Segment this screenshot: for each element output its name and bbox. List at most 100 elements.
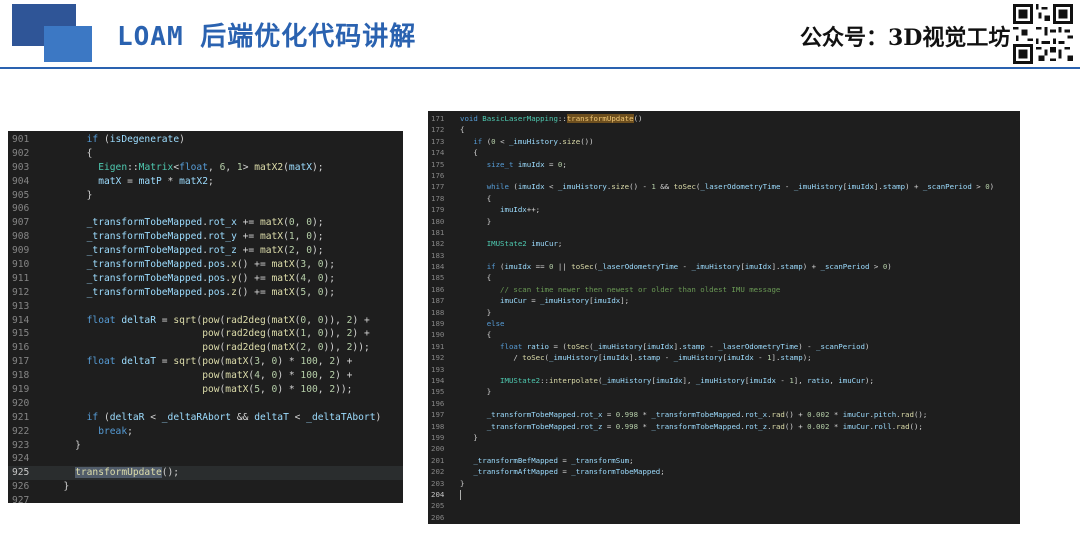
qr-code-icon bbox=[1013, 4, 1073, 64]
left-line[interactable]: 903 Eigen::Matrix<float, 6, 1> matX2(mat… bbox=[8, 161, 403, 175]
right-line[interactable]: 183 bbox=[428, 250, 1020, 261]
line-number: 183 bbox=[431, 250, 445, 260]
right-line[interactable]: 185 { bbox=[428, 272, 1020, 283]
left-line[interactable]: 914 float deltaR = sqrt(pow(rad2deg(matX… bbox=[8, 314, 403, 328]
left-line[interactable]: 925 transformUpdate(); bbox=[8, 466, 403, 481]
code-editor-left[interactable]: 901 if (isDegenerate) 902 {903 Eigen::Mat… bbox=[8, 131, 403, 503]
code-text: } bbox=[460, 387, 492, 397]
left-line[interactable]: 927 bbox=[8, 494, 403, 503]
right-line[interactable]: 189 else bbox=[428, 318, 1020, 329]
right-line[interactable]: 188 } bbox=[428, 307, 1020, 318]
right-line[interactable]: 204 bbox=[428, 489, 1020, 500]
left-line[interactable]: 907 _transformTobeMapped.rot_x += matX(0… bbox=[8, 216, 403, 230]
code-text: { bbox=[460, 273, 492, 283]
line-number: 184 bbox=[431, 262, 445, 272]
left-line[interactable]: 920 bbox=[8, 397, 403, 411]
line-number: 182 bbox=[431, 239, 445, 249]
left-line[interactable]: 902 { bbox=[8, 147, 403, 161]
right-line[interactable]: 200 bbox=[428, 443, 1020, 454]
line-number: 901 bbox=[12, 134, 30, 145]
right-line[interactable]: 199 } bbox=[428, 432, 1020, 443]
left-line[interactable]: 921 if (deltaR < _deltaRAbort && deltaT … bbox=[8, 411, 403, 425]
left-line[interactable]: 923 } bbox=[8, 439, 403, 453]
right-line[interactable]: 174 { bbox=[428, 147, 1020, 158]
line-number: 188 bbox=[431, 307, 445, 317]
line-number: 907 bbox=[12, 217, 30, 229]
left-line[interactable]: 913 bbox=[8, 300, 403, 314]
right-line[interactable]: 173 if (0 < _imuHistory.size()) bbox=[428, 136, 1020, 147]
left-line[interactable]: 905 } bbox=[8, 189, 403, 203]
code-text: pow(matX(5, 0) * 100, 2)); bbox=[202, 384, 353, 396]
right-line[interactable]: 177 while (imuIdx < _imuHistory.size() -… bbox=[428, 181, 1020, 192]
line-number: 186 bbox=[431, 284, 445, 294]
right-line[interactable]: 176 bbox=[428, 170, 1020, 181]
right-line[interactable]: 186 // scan time newer then newest or ol… bbox=[428, 284, 1020, 295]
right-line[interactable]: 197 _transformTobeMapped.rot_x = 0.998 *… bbox=[428, 409, 1020, 420]
line-number: 206 bbox=[431, 512, 445, 522]
right-line[interactable]: 179 imuIdx++; bbox=[428, 204, 1020, 215]
line-number: 174 bbox=[431, 148, 445, 158]
line-number: 185 bbox=[431, 273, 445, 283]
line-number: 923 bbox=[12, 439, 30, 451]
code-text: // scan time newer then newest or older … bbox=[500, 284, 781, 294]
left-line[interactable]: 908 _transformTobeMapped.rot_y += matX(1… bbox=[8, 230, 403, 244]
line-number: 903 bbox=[12, 161, 30, 173]
right-line[interactable]: 192 / toSec(_imuHistory[imuIdx].stamp - … bbox=[428, 352, 1020, 363]
right-line[interactable]: 196 bbox=[428, 398, 1020, 409]
right-line[interactable]: 187 imuCur = _imuHistory[imuIdx]; bbox=[428, 295, 1020, 306]
left-line[interactable]: 926 } bbox=[8, 480, 403, 494]
right-line[interactable]: 198 _transformTobeMapped.rot_z = 0.998 *… bbox=[428, 421, 1020, 432]
text-cursor bbox=[460, 489, 461, 500]
right-line[interactable]: 193 bbox=[428, 364, 1020, 375]
left-line[interactable]: 911 _transformTobeMapped.pos.y() += matX… bbox=[8, 272, 403, 286]
right-line[interactable]: 178 { bbox=[428, 193, 1020, 204]
right-line[interactable]: 171 void BasicLaserMapping::transformUpda… bbox=[428, 113, 1020, 124]
line-number: 191 bbox=[431, 341, 445, 351]
line-number: 911 bbox=[12, 272, 30, 284]
code-text: IMUState2 imuCur; bbox=[486, 239, 563, 249]
left-line[interactable]: 910 _transformTobeMapped.pos.x() += matX… bbox=[8, 258, 403, 272]
code-editor-right[interactable]: 171 void BasicLaserMapping::transformUpda… bbox=[428, 111, 1020, 524]
left-line[interactable]: 904 matX = matP * matX2; bbox=[8, 175, 403, 189]
line-number: 916 bbox=[12, 342, 30, 354]
code-text: } bbox=[460, 307, 492, 317]
code-text: float deltaR = sqrt(pow(rad2deg(matX(0, … bbox=[86, 314, 370, 326]
line-number: 913 bbox=[12, 300, 30, 312]
code-text: float deltaT = sqrt(pow(matX(3, 0) * 100… bbox=[86, 356, 353, 368]
code-text: { bbox=[460, 193, 492, 203]
left-line[interactable]: 901 if (isDegenerate) bbox=[8, 133, 403, 147]
line-number: 915 bbox=[12, 328, 30, 340]
right-line[interactable]: 194 IMUState2::interpolate(_imuHistory[i… bbox=[428, 375, 1020, 386]
right-line[interactable]: 191 float ratio = (toSec(_imuHistory[imu… bbox=[428, 341, 1020, 352]
right-line[interactable]: 181 bbox=[428, 227, 1020, 238]
right-line[interactable]: 205 bbox=[428, 500, 1020, 511]
code-text: IMUState2::interpolate(_imuHistory[imuId… bbox=[500, 375, 874, 385]
line-number: 905 bbox=[12, 189, 30, 201]
right-line[interactable]: 203} bbox=[428, 478, 1020, 489]
left-line[interactable]: 916 pow(rad2deg(matX(2, 0)), 2)); bbox=[8, 341, 403, 355]
left-line[interactable]: 924 bbox=[8, 452, 403, 466]
right-line[interactable]: 172 { bbox=[428, 124, 1020, 135]
right-line[interactable]: 180 } bbox=[428, 216, 1020, 227]
left-line[interactable]: 917 float deltaT = sqrt(pow(matX(3, 0) *… bbox=[8, 355, 403, 369]
right-line[interactable]: 184 if (imuIdx == 0 || toSec(_laserOdome… bbox=[428, 261, 1020, 272]
right-line[interactable]: 195 } bbox=[428, 386, 1020, 397]
line-number: 927 bbox=[12, 495, 30, 503]
left-line[interactable]: 912 _transformTobeMapped.pos.z() += matX… bbox=[8, 286, 403, 300]
right-line[interactable]: 206 bbox=[428, 512, 1020, 523]
right-line[interactable]: 182 IMUState2 imuCur; bbox=[428, 238, 1020, 249]
code-text: if (imuIdx == 0 || toSec(_laserOdometryT… bbox=[486, 262, 892, 272]
code-text: _transformTobeMapped.pos.x() += matX(3, … bbox=[86, 259, 336, 271]
left-line[interactable]: 906 bbox=[8, 202, 403, 216]
right-line[interactable]: 175 size_t imuIdx = 0; bbox=[428, 159, 1020, 170]
left-line[interactable]: 915 pow(rad2deg(matX(1, 0)), 2) + bbox=[8, 327, 403, 341]
left-line[interactable]: 922 break; bbox=[8, 425, 403, 439]
right-line[interactable]: 202 _transformAftMapped = _transformTobe… bbox=[428, 466, 1020, 477]
line-number: 173 bbox=[431, 136, 445, 146]
left-line[interactable]: 909 _transformTobeMapped.rot_z += matX(2… bbox=[8, 244, 403, 258]
right-line[interactable]: 201 _transformBefMapped = _transformSum; bbox=[428, 455, 1020, 466]
line-number: 172 bbox=[431, 125, 445, 135]
left-line[interactable]: 918 pow(matX(4, 0) * 100, 2) + bbox=[8, 369, 403, 383]
left-line[interactable]: 919 pow(matX(5, 0) * 100, 2)); bbox=[8, 383, 403, 397]
right-line[interactable]: 190 { bbox=[428, 329, 1020, 340]
